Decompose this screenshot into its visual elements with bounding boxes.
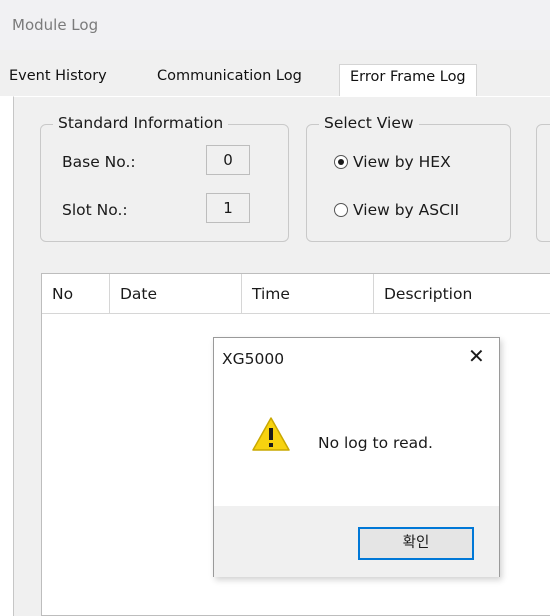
dialog-message: No log to read. xyxy=(318,434,433,452)
message-dialog: XG5000 ✕ No log to read. 확인 xyxy=(213,337,500,577)
view-by-ascii-radio[interactable] xyxy=(334,203,348,217)
partial-group xyxy=(536,124,550,242)
tab-communication-log[interactable]: Communication Log xyxy=(157,68,302,84)
window-title: Module Log xyxy=(12,16,99,34)
slot-no-label: Slot No.: xyxy=(62,201,128,219)
column-header-time[interactable]: Time xyxy=(242,274,374,314)
window-titlebar: Module Log xyxy=(0,0,550,50)
standard-information-legend: Standard Information xyxy=(53,114,229,132)
select-view-group: Select View xyxy=(306,114,511,242)
close-icon[interactable]: ✕ xyxy=(468,346,485,366)
warning-icon xyxy=(252,417,290,451)
column-header-no[interactable]: No xyxy=(42,274,110,314)
view-by-hex-label[interactable]: View by HEX xyxy=(353,153,451,171)
select-view-legend: Select View xyxy=(319,114,419,132)
view-by-hex-radio[interactable] xyxy=(334,155,348,169)
tab-error-frame-log[interactable]: Error Frame Log xyxy=(339,64,477,96)
tab-strip: Event History Communication Log Error Fr… xyxy=(0,50,550,96)
column-header-description[interactable]: Description xyxy=(374,274,550,314)
base-no-label: Base No.: xyxy=(62,153,136,171)
column-header-date[interactable]: Date xyxy=(110,274,242,314)
dialog-footer: 확인 xyxy=(214,506,499,577)
base-no-value: 0 xyxy=(206,145,250,175)
slot-no-value: 1 xyxy=(206,193,250,223)
ok-button[interactable]: 확인 xyxy=(358,527,474,560)
standard-information-group: Standard Information xyxy=(40,114,289,242)
table-header: No Date Time Description xyxy=(42,274,550,314)
dialog-title: XG5000 xyxy=(222,350,285,368)
view-by-ascii-label[interactable]: View by ASCII xyxy=(353,201,459,219)
tab-event-history[interactable]: Event History xyxy=(9,68,107,84)
